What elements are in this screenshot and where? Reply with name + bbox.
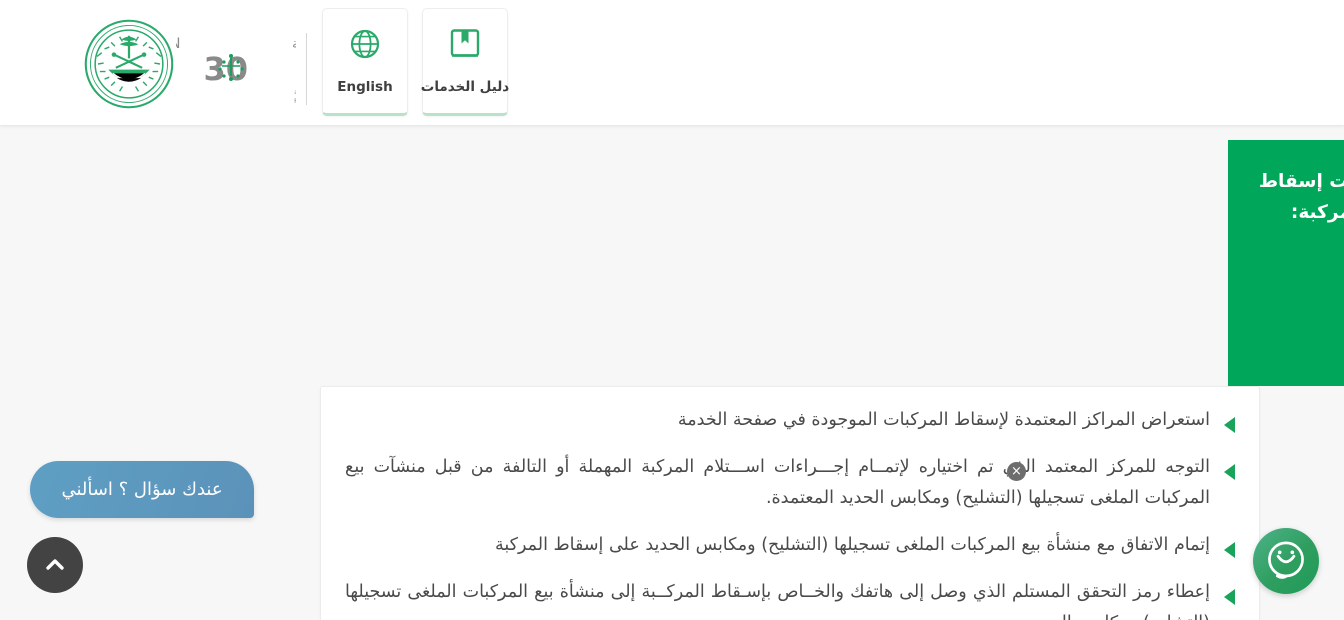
vision-title-ar: رؤيـــــة [292, 36, 296, 52]
steps-card: استعراض المراكز المعتمدة لإسقاط المركبات… [320, 386, 1260, 620]
english-language-label: English [337, 79, 393, 95]
chat-prompt-text: عندك سؤال ؟ اسألني [61, 479, 223, 500]
step-item: إتمام الاتفاق مع منشأة بيع المركبات المل… [345, 530, 1235, 561]
english-language-button[interactable]: English [322, 8, 408, 116]
site-header: رؤيـــــة VISION 2 30 المملكة العربية ال… [0, 0, 1344, 126]
services-guide-button[interactable]: دليل الخدمات [420, 8, 510, 116]
globe-icon [348, 27, 382, 61]
bullet-arrow-icon [1224, 417, 1235, 433]
chevron-up-icon [46, 559, 64, 570]
bullet-arrow-icon [1224, 542, 1235, 558]
page-root: رؤيـــــة VISION 2 30 المملكة العربية ال… [0, 0, 1344, 620]
bullet-arrow-icon [1224, 464, 1235, 480]
bullet-arrow-icon [1224, 589, 1235, 605]
step-item: إعطاء رمز التحقق المستلم الذي وصل إلى ها… [345, 577, 1235, 620]
chat-prompt-bubble[interactable]: عندك سؤال ؟ اسألني [30, 461, 254, 518]
vision-sub-ar: المملكة العربية السعودية [294, 87, 296, 96]
vision-2030-mark-icon: رؤيـــــة VISION 2 30 المملكة العربية ال… [176, 36, 296, 105]
step-item: استعراض المراكز المعتمدة لإسقاط المركبات… [345, 405, 1235, 436]
chat-close-icon[interactable]: × [1007, 462, 1026, 481]
step-text: استعراض المراكز المعتمدة لإسقاط المركبات… [677, 410, 1210, 430]
steps-panel-header: خطوات إسقاط المركبة: [1228, 140, 1344, 386]
vision-sub-en: KINGDOM OF SAUDI ARABIA [294, 97, 296, 105]
step-text: إعطاء رمز التحقق المستلم الذي وصل إلى ها… [345, 582, 1210, 620]
steps-panel-title: خطوات إسقاط المركبة: [1258, 171, 1344, 223]
step-text: إتمام الاتفاق مع منشأة بيع المركبات المل… [494, 535, 1210, 555]
header-action-buttons: دليل الخدمات English [322, 8, 510, 116]
svg-text:2: 2 [176, 50, 178, 88]
chat-assistant-button[interactable] [1253, 528, 1319, 594]
scroll-to-top-button[interactable] [27, 537, 83, 593]
header-divider [306, 33, 307, 105]
book-guide-icon [448, 27, 482, 61]
chat-smile-icon [1268, 541, 1304, 579]
step-text: التوجه للمركز المعتمد الذي تم اختياره لإ… [345, 457, 1210, 508]
services-guide-label: دليل الخدمات [420, 79, 510, 95]
ministry-of-interior-emblem-icon [82, 17, 176, 111]
step-item: التوجه للمركز المعتمد الذي تم اختياره لإ… [345, 452, 1235, 514]
